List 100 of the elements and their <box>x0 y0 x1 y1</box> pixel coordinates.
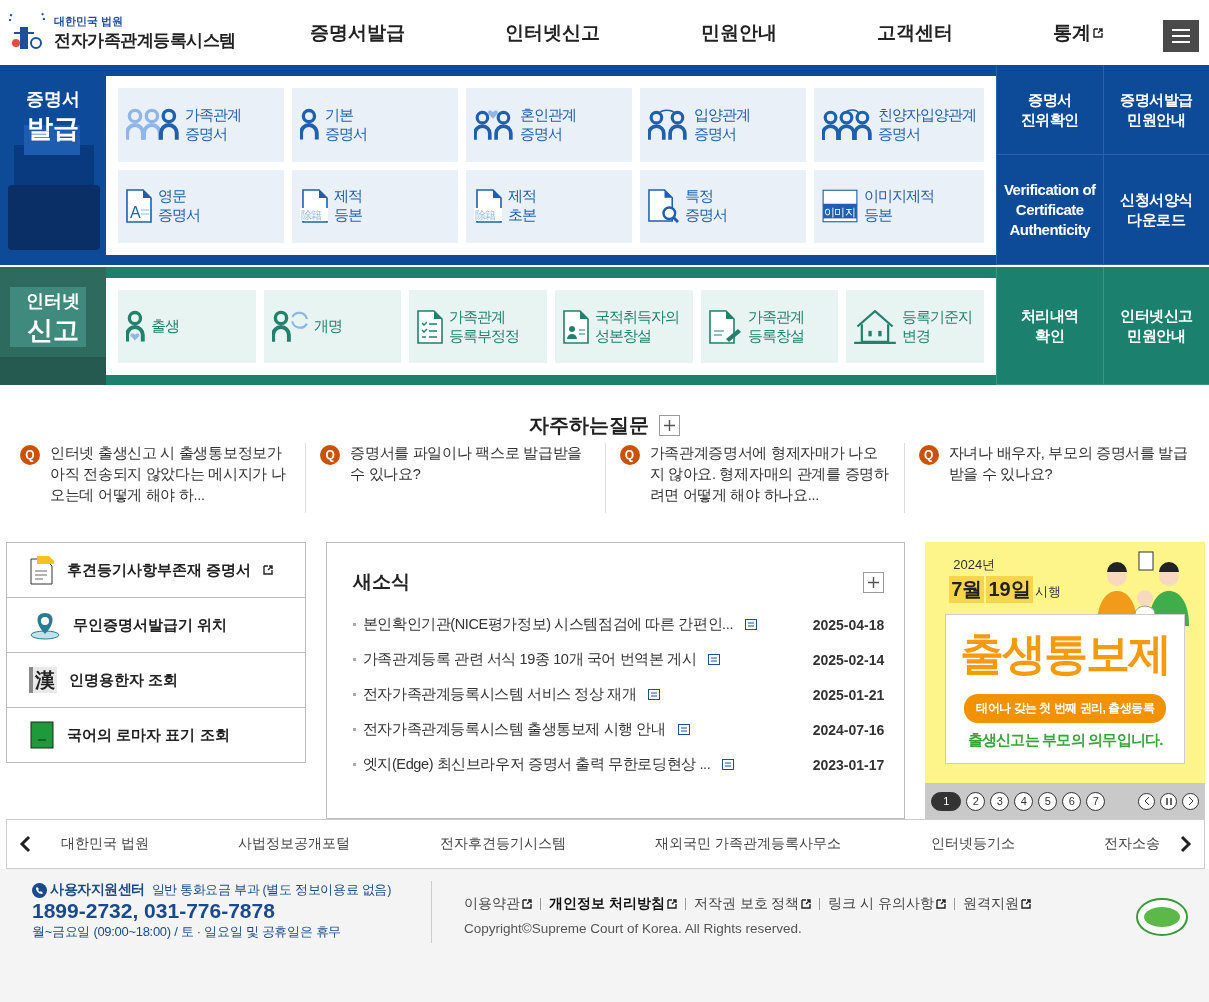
nav-link[interactable]: 고객센터 <box>876 19 953 46</box>
nav-link[interactable]: 통계 <box>1053 19 1103 46</box>
promo-banner[interactable]: 2024년 7월 19일 시행 출생통보제 태어나 갖는 첫 번째 권리, 출생등록 출생신고는 부모의 의무입니다. <box>925 542 1205 783</box>
service-hours: 월~금요일 (09:00~18:00) / 토 · 일요일 및 공휴일은 휴무 <box>32 923 343 941</box>
service-tile[interactable]: 이미지 이미지제적 등본 <box>814 169 984 243</box>
service-tile[interactable]: 특정 증명서 <box>640 169 806 243</box>
service-tile[interactable]: 除籍 제적 등본 <box>292 169 458 243</box>
service-tile[interactable]: 친양자입양관계 증명서 <box>814 88 984 162</box>
section-title: 새소식 <box>352 570 410 594</box>
external-link-icon <box>1093 27 1103 38</box>
shortcut-link[interactable]: 무인증명서발급기 위치 <box>7 597 305 652</box>
next-button[interactable] <box>1182 792 1199 810</box>
news-link[interactable]: 전자가족관계등록시스템 서비스 정상 재개 <box>362 685 637 704</box>
quick-link[interactable]: 인터넷신고 민원안내 <box>1102 267 1209 385</box>
page-button[interactable]: 1 <box>931 791 962 811</box>
service-tile[interactable]: 입양관계 증명서 <box>640 88 806 162</box>
footer-link[interactable]: 저작권 보호 정책 <box>693 895 812 913</box>
service-tile[interactable]: 가족관계 증명서 <box>118 88 284 162</box>
quick-link[interactable]: 신청서양식 다운로드 <box>1102 155 1209 265</box>
mother-heart-icon <box>126 309 145 344</box>
nav-link[interactable]: 인터넷신고 <box>505 19 601 46</box>
service-tile[interactable]: 혼인관계 증명서 <box>466 88 632 162</box>
service-tile[interactable]: 除籍 제적 초본 <box>466 169 632 243</box>
menu-button[interactable] <box>1163 19 1199 52</box>
charge-note: 일반 통화요금 부과 (별도 정보이용료 없음) <box>151 881 391 899</box>
banner-year: 2024년 <box>953 556 996 574</box>
site-link[interactable]: 전자후견등기시스템 <box>439 835 566 853</box>
document-icon <box>29 555 55 585</box>
more-button[interactable] <box>863 571 885 593</box>
faq-link[interactable]: 가족관계증명서에 형제자매가 나오지 않아요. 형제자매의 관계를 증명하려면 어떻게 해야 하나요... <box>649 443 890 513</box>
question-badge: Q <box>619 445 640 465</box>
shortcut-link[interactable]: 후견등기사항부존재 증명서 <box>7 543 305 597</box>
faq-link[interactable]: 인터넷 출생신고 시 출생통보정보가 아직 전송되지 않았다는 메시지가 나오는데 어떻게 해야 하... <box>50 443 292 513</box>
chevron-left-icon <box>1143 797 1150 805</box>
news-link[interactable]: 가족관계등록 관련 서식 19종 10개 국어 번역본 게시 <box>362 650 697 669</box>
page-button[interactable]: 2 <box>966 791 986 811</box>
site-link[interactable]: 대한민국 법원 <box>61 835 149 853</box>
page-button[interactable]: 5 <box>1038 791 1058 811</box>
service-tile[interactable]: 국적취득자의 성본창설 <box>555 290 693 363</box>
document-icon: 除籍 <box>300 189 328 224</box>
quick-link[interactable]: 증명서 진위확인 <box>996 65 1103 155</box>
banner-headline: 출생통보제 <box>960 628 1171 680</box>
news-date: 2023-01-17 <box>812 756 885 773</box>
service-tile[interactable]: 기본 증명서 <box>292 88 458 162</box>
section-heading: 증명서 <box>26 88 80 111</box>
document-image-icon: 이미지 <box>822 189 858 224</box>
menu-icon <box>1172 28 1190 43</box>
document-icon <box>708 654 721 665</box>
document-icon: A <box>126 189 152 224</box>
news-link[interactable]: 전자가족관계등록시스템 출생통보제 시행 안내 <box>362 720 666 739</box>
document-icon <box>722 759 735 770</box>
quick-link[interactable]: Verification of Certificate Authenticity <box>996 155 1103 265</box>
external-link-icon <box>935 899 946 909</box>
service-tile[interactable]: 가족관계 등록부정정 <box>409 290 547 363</box>
more-button[interactable] <box>659 414 680 436</box>
plus-icon <box>868 576 880 588</box>
next-button[interactable] <box>1180 835 1192 853</box>
document-icon <box>677 724 690 735</box>
previous-button[interactable] <box>1138 792 1155 810</box>
pause-button[interactable] <box>1160 792 1177 810</box>
person-refresh-icon <box>271 309 308 344</box>
page-button[interactable]: 4 <box>1014 791 1034 811</box>
question-badge: Q <box>20 445 40 465</box>
news-date: 2025-01-21 <box>812 686 885 703</box>
banner-pill: 태어나 갖는 첫 번째 권리, 출생등록 <box>964 694 1167 723</box>
service-tile[interactable]: 출생 <box>118 290 256 363</box>
service-tile[interactable]: 개명 <box>263 290 402 363</box>
nav-link[interactable]: 민원안내 <box>700 19 777 46</box>
quick-link[interactable]: 증명서발급 민원안내 <box>1102 65 1209 155</box>
footer-link[interactable]: 링크 시 유의사항 <box>828 895 946 913</box>
service-tile[interactable]: 가족관계 등록창설 <box>700 290 839 363</box>
faq-link[interactable]: 자녀나 배우자, 부모의 증명서를 발급받을 수 있나요? <box>948 443 1189 513</box>
nav-link[interactable]: 증명서발급 <box>310 19 405 46</box>
faq-link[interactable]: 증명서를 파일이나 팩스로 발급받을 수 있나요? <box>350 443 591 513</box>
external-link-icon <box>522 899 532 909</box>
document-search-icon <box>648 189 679 224</box>
news-link[interactable]: 본인확인기관(NICE평가정보) 시스템점검에 따른 간편인... <box>362 615 733 634</box>
shortcut-link[interactable]: 漢 인명용한자 조회 <box>7 652 305 707</box>
document-pen-icon <box>708 309 742 344</box>
service-tile[interactable]: A 영문 증명서 <box>118 169 284 243</box>
news-link[interactable]: 엣지(Edge) 최신브라우저 증명서 출력 무한로딩현상 ... <box>362 755 711 774</box>
question-badge: Q <box>918 445 939 465</box>
external-link-icon <box>263 565 274 575</box>
site-link[interactable]: 사법정보공개포털 <box>238 835 351 853</box>
site-link[interactable]: 인터넷등기소 <box>930 835 1015 853</box>
page-button[interactable]: 6 <box>1062 791 1082 811</box>
footer-link[interactable]: 개인정보 처리방침 <box>549 895 677 913</box>
previous-button[interactable] <box>19 835 31 853</box>
site-title: 전자가족관계등록시스템 <box>54 29 236 52</box>
site-link[interactable]: 재외국민 가족관계등록사무소 <box>655 835 842 853</box>
location-pin-icon <box>29 610 61 640</box>
shortcut-link[interactable]: 국어의 로마자 표기 조회 <box>7 707 305 762</box>
quick-link[interactable]: 처리내역 확인 <box>996 267 1103 385</box>
page-button[interactable]: 7 <box>1086 791 1106 811</box>
service-tile[interactable]: 등록기준지 변경 <box>846 290 984 363</box>
page-button[interactable]: 3 <box>990 791 1010 811</box>
copyright: Copyright©Supreme Court of Korea. All Rights reserved. <box>464 921 803 936</box>
footer-link[interactable]: 이용약관 <box>464 895 532 913</box>
footer-link[interactable]: 원격지원 <box>962 895 1031 913</box>
site-link[interactable]: 전자소송 <box>1103 835 1160 853</box>
